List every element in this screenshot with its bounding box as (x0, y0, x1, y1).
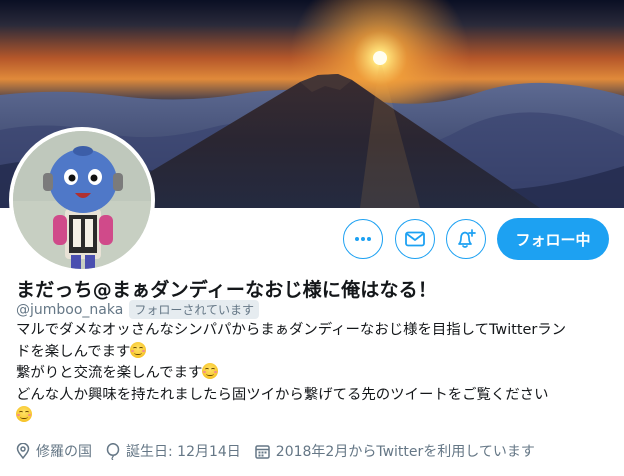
bio-line-wrap (16, 406, 616, 428)
smiling-face-emoji (130, 341, 147, 358)
birthday: 誕生日: 12月14日 (106, 441, 241, 461)
bio-line: どんな人か興味を持たれましたら固ツイから繋げてる先のツイートをご覧ください (16, 386, 549, 403)
more-options-button[interactable] (343, 219, 383, 259)
envelope-icon (405, 231, 425, 247)
bio-line-wrap: 繋がりと交流を楽しんでます (16, 363, 616, 385)
follows-you-badge: フォローされています (129, 300, 259, 319)
joined-text: 2018年2月からTwitterを利用しています (275, 444, 535, 460)
calendar-icon (255, 444, 270, 459)
bio-line: 繋がりと交流を楽しんでます (16, 365, 203, 381)
profile-avatar[interactable] (9, 127, 155, 273)
location: 修羅の国 (16, 441, 92, 461)
handle-row: @jumboo_naka フォローされています (16, 300, 259, 319)
bio-line-wrap: ドを楽しんでます (16, 341, 616, 364)
display-name: まだっち@まぁダンディーなおじ様に俺はなる！ (16, 279, 438, 301)
smiling-face-emoji (202, 363, 219, 379)
joined-date: 2018年2月からTwitterを利用しています (255, 441, 535, 461)
profile-bio: マルでダメなオッさんなシンパパからまぁダンディーなおじ様を目指してTwitter… (16, 320, 616, 428)
balloon-icon (106, 442, 120, 460)
relieved-face-emoji (16, 406, 32, 422)
notifications-button[interactable] (446, 219, 486, 259)
user-handle[interactable]: @jumboo_naka (16, 302, 123, 318)
map-pin-icon (16, 443, 30, 459)
profile-meta: 修羅の国 誕生日: 12月14日 2018年2月からTwitterを利用していま… (16, 441, 549, 461)
bell-plus-icon (458, 229, 476, 248)
location-text: 修羅の国 (36, 444, 92, 460)
bio-line: ドを楽しんでます (16, 343, 131, 360)
more-horizontal-icon (355, 237, 371, 241)
following-button[interactable]: フォロー中 (497, 218, 609, 260)
birthday-text: 誕生日: 12月14日 (126, 444, 241, 460)
direct-message-button[interactable] (395, 219, 435, 259)
bio-line: マルでダメなオッさんなシンパパからまぁダンディーなおじ様を目指してTwitter… (16, 322, 567, 338)
avatar-image (13, 131, 151, 269)
